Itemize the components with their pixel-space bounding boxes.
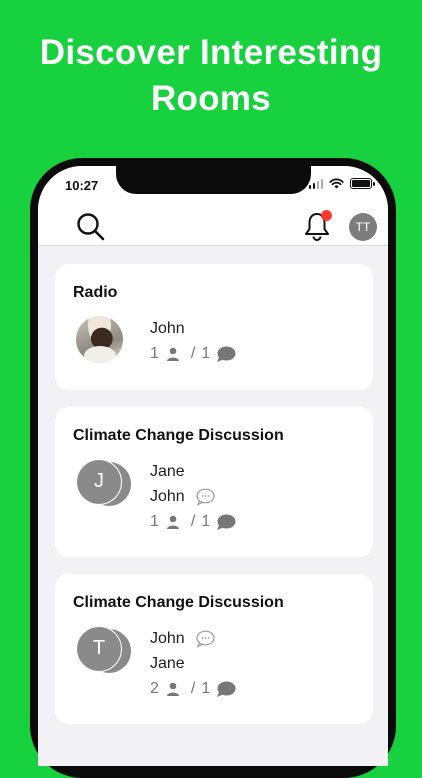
avatar-initial: T — [76, 626, 122, 672]
speaker-count: 1 — [201, 680, 211, 697]
speaker-count: 1 — [201, 513, 211, 530]
room-title: Climate Change Discussion — [73, 594, 284, 611]
room-title: Climate Change Discussion — [73, 427, 284, 444]
notifications-button[interactable] — [301, 210, 333, 242]
top-bar: 10:27 TT — [38, 166, 388, 246]
search-button[interactable] — [74, 210, 108, 244]
speaker-name: John — [150, 488, 215, 506]
headline-line-1: Discover Interesting — [39, 33, 383, 72]
speaker-photo-avatar — [76, 316, 123, 363]
stats-separator: / — [190, 513, 196, 530]
person-icon — [166, 347, 179, 361]
stats-separator: / — [190, 345, 196, 362]
room-card[interactable]: Radio John 1 / 1 — [55, 264, 373, 390]
person-icon — [166, 682, 179, 696]
promo-headline: Discover Interesting Rooms — [0, 30, 422, 122]
listener-count: 1 — [150, 513, 159, 530]
speaker-name: John — [150, 320, 185, 337]
speaking-bubble-icon — [196, 630, 215, 648]
chat-bubble-icon — [217, 346, 236, 362]
signal-icon — [308, 178, 323, 189]
room-card[interactable]: Climate Change Discussion T John Jane 2 … — [55, 574, 373, 724]
search-icon — [77, 213, 105, 241]
chat-bubble-icon — [217, 681, 236, 697]
speaker-avatar-stack: T — [76, 626, 134, 674]
battery-icon — [350, 178, 375, 189]
speaking-bubble-icon — [196, 488, 215, 506]
headline-line-2: Rooms — [150, 79, 272, 118]
app-screen: 10:27 TT Radio John 1 / 1 Climate Change… — [38, 166, 388, 766]
room-stats: 2 / 1 — [150, 680, 236, 698]
person-icon — [166, 515, 179, 529]
listener-count: 2 — [150, 680, 159, 697]
room-card[interactable]: Climate Change Discussion J Jane John 1 … — [55, 407, 373, 557]
room-title: Radio — [73, 284, 118, 301]
chat-bubble-icon — [217, 514, 236, 530]
phone-notch — [116, 166, 311, 194]
speaker-name: Jane — [150, 655, 185, 672]
speaker-name: John — [150, 630, 215, 648]
speaker-name: Jane — [150, 463, 185, 480]
room-stats: 1 / 1 — [150, 345, 236, 363]
notification-badge — [321, 210, 332, 221]
status-time: 10:27 — [65, 178, 99, 193]
profile-avatar[interactable]: TT — [349, 213, 377, 241]
avatar-initial: J — [76, 459, 122, 505]
speaker-count: 1 — [201, 345, 211, 362]
status-icons — [308, 178, 375, 189]
speaker-avatar-stack: J — [76, 459, 134, 507]
wifi-icon — [329, 178, 344, 189]
stats-separator: / — [190, 680, 196, 697]
listener-count: 1 — [150, 345, 159, 362]
room-stats: 1 / 1 — [150, 513, 236, 531]
